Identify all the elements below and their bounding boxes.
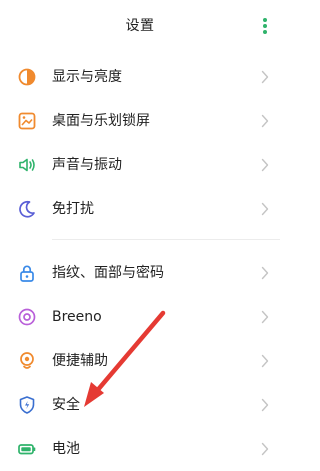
settings-item-wallpaper[interactable]: 桌面与乐划锁屏 bbox=[0, 99, 280, 143]
breeno-icon bbox=[18, 308, 36, 326]
settings-item-accessibility[interactable]: 便捷辅助 bbox=[0, 339, 280, 383]
settings-item-label: 指纹、面部与密码 bbox=[52, 265, 164, 281]
sound-vibration-icon bbox=[19, 158, 35, 172]
settings-item-display[interactable]: 显示与亮度 bbox=[0, 55, 280, 99]
lock-icon bbox=[20, 265, 34, 282]
chevron-right-icon bbox=[261, 70, 269, 84]
chevron-right-icon bbox=[261, 354, 269, 368]
settings-item-label: 便捷辅助 bbox=[52, 353, 108, 369]
chevron-right-icon bbox=[261, 266, 269, 280]
chevron-right-icon bbox=[261, 158, 269, 172]
settings-item-label: 声音与振动 bbox=[52, 157, 122, 173]
chevron-right-icon bbox=[261, 442, 269, 456]
settings-item-battery[interactable]: 电池 bbox=[0, 427, 280, 471]
settings-item-breeno[interactable]: Breeno bbox=[0, 295, 280, 339]
wallpaper-icon bbox=[18, 112, 36, 130]
settings-item-label: 安全 bbox=[52, 397, 80, 413]
chevron-right-icon bbox=[261, 310, 269, 324]
settings-item-label: 免打扰 bbox=[52, 201, 94, 217]
battery-icon bbox=[18, 444, 36, 455]
settings-item-label: 桌面与乐划锁屏 bbox=[52, 113, 150, 129]
settings-item-sound[interactable]: 声音与振动 bbox=[0, 143, 280, 187]
top-bar: 设置 bbox=[0, 0, 280, 50]
settings-item-security[interactable]: 安全 bbox=[0, 383, 280, 427]
chevron-right-icon bbox=[261, 398, 269, 412]
moon-icon bbox=[19, 200, 35, 218]
settings-item-label: Breeno bbox=[52, 309, 102, 325]
settings-item-label: 电池 bbox=[52, 441, 80, 457]
chevron-right-icon bbox=[261, 114, 269, 128]
accessibility-icon bbox=[20, 352, 34, 369]
chevron-right-icon bbox=[261, 202, 269, 216]
display-brightness-icon bbox=[18, 68, 36, 86]
more-options-icon[interactable] bbox=[262, 17, 268, 35]
section-divider bbox=[52, 239, 280, 240]
page-title: 设置 bbox=[125, 18, 155, 34]
shield-icon bbox=[19, 396, 35, 414]
settings-item-fingerprint-face-password[interactable]: 指纹、面部与密码 bbox=[0, 251, 280, 295]
settings-item-label: 显示与亮度 bbox=[52, 69, 122, 85]
settings-item-do-not-disturb[interactable]: 免打扰 bbox=[0, 187, 280, 231]
